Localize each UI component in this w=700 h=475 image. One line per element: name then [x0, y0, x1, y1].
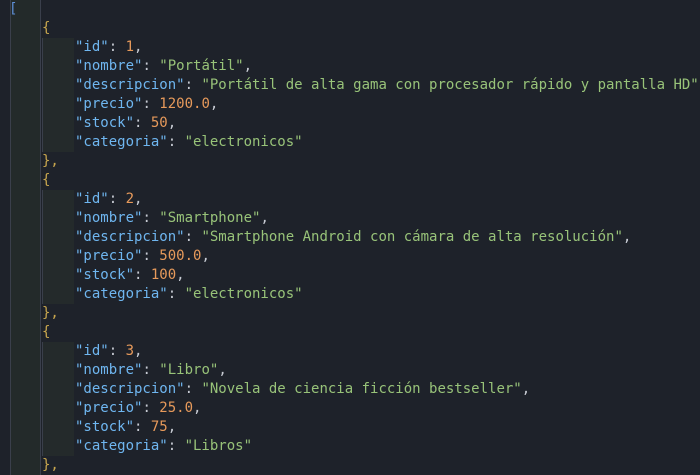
- json-value: "Portátil de alta gama con procesador rá…: [201, 77, 699, 93]
- code-line: },: [42, 304, 59, 323]
- json-value: "Libro": [159, 362, 219, 378]
- json-key: "stock": [75, 267, 135, 283]
- json-key: "categoria": [75, 286, 168, 302]
- json-key: "categoria": [75, 438, 168, 454]
- json-key: "descripcion": [75, 77, 185, 93]
- json-key: "descripcion": [75, 381, 185, 397]
- code-line: "stock": 50,: [75, 115, 177, 131]
- code-line: "stock": 75,: [75, 419, 177, 435]
- code-line: "id": 3,: [75, 343, 143, 359]
- code-line: "id": 2,: [75, 191, 143, 207]
- object-block-band: [43, 342, 74, 456]
- json-key: "stock": [75, 419, 135, 435]
- json-key: "precio": [75, 400, 143, 416]
- code-line: "descripcion": "Smartphone Android con c…: [75, 229, 632, 245]
- code-line: {: [42, 19, 50, 38]
- object-block-band: [43, 190, 74, 304]
- code-line: "descripcion": "Novela de ciencia ficció…: [75, 381, 531, 397]
- json-value: 25.0: [159, 400, 194, 416]
- json-key: "nombre": [75, 210, 143, 226]
- code-line: "precio": 1200.0,: [75, 96, 219, 112]
- indent-guide: [40, 0, 41, 475]
- object-open-brace: {: [42, 20, 51, 36]
- json-value: "Smartphone Android con cámara de alta r…: [201, 229, 623, 245]
- json-key: "stock": [75, 115, 135, 131]
- json-key: "nombre": [75, 362, 143, 378]
- code-line: "descripcion": "Portátil de alta gama co…: [75, 77, 700, 93]
- code-line: "stock": 100,: [75, 267, 185, 283]
- json-key: "id": [75, 343, 109, 359]
- code-line: "nombre": "Libro",: [75, 362, 227, 378]
- json-value: 75: [150, 419, 168, 435]
- code-line: "precio": 500.0,: [75, 248, 210, 264]
- code-line: {: [42, 171, 50, 190]
- json-value: "electronicos": [184, 286, 303, 302]
- json-value: "Smartphone": [159, 210, 261, 226]
- json-value: "Libros": [184, 438, 253, 454]
- object-open-brace: {: [42, 172, 51, 188]
- json-value: "electronicos": [184, 134, 303, 150]
- object-block-band: [43, 38, 74, 152]
- indent-guide: [42, 342, 43, 456]
- code-line: "categoria": "electronicos": [75, 134, 303, 150]
- json-value: 1200.0: [159, 96, 210, 112]
- code-line: "categoria": "electronicos": [75, 286, 303, 302]
- code-line: "nombre": "Smartphone",: [75, 210, 269, 226]
- json-key: "descripcion": [75, 229, 185, 245]
- object-close-brace: },: [42, 305, 59, 321]
- json-key: "categoria": [75, 134, 168, 150]
- json-value: 100: [150, 267, 177, 283]
- code-line: {: [42, 323, 50, 342]
- code-line: "precio": 25.0,: [75, 400, 202, 416]
- object-open-brace: {: [42, 324, 51, 340]
- code-line: "categoria": "Libros": [75, 438, 253, 454]
- code-line: [: [9, 0, 17, 19]
- json-key: "precio": [75, 96, 143, 112]
- json-key: "precio": [75, 248, 143, 264]
- code-line: "id": 1,: [75, 39, 143, 55]
- json-value: "Novela de ciencia ficción bestseller": [201, 381, 522, 397]
- json-key: "id": [75, 39, 109, 55]
- code-line: },: [42, 152, 59, 171]
- json-key: "id": [75, 191, 109, 207]
- json-value: 500.0: [159, 248, 202, 264]
- code-editor[interactable]: [ { "id": 1, "nombre": "Portátil", "desc…: [0, 0, 700, 475]
- json-value: 3: [125, 343, 135, 359]
- json-value: 2: [125, 191, 135, 207]
- indent-guide: [42, 190, 43, 304]
- json-key: "nombre": [75, 58, 143, 74]
- code-line: "nombre": "Portátil",: [75, 58, 253, 74]
- indent-guide: [42, 38, 43, 152]
- json-value: "Portátil": [159, 58, 244, 74]
- array-open-bracket: [: [9, 1, 18, 17]
- json-value: 1: [125, 39, 135, 55]
- indent-guide-band: [10, 0, 40, 475]
- json-value: 50: [150, 115, 168, 131]
- code-line: },: [42, 456, 59, 475]
- indent-guide: [10, 0, 11, 475]
- object-close-brace: },: [42, 457, 59, 473]
- object-close-brace: },: [42, 153, 59, 169]
